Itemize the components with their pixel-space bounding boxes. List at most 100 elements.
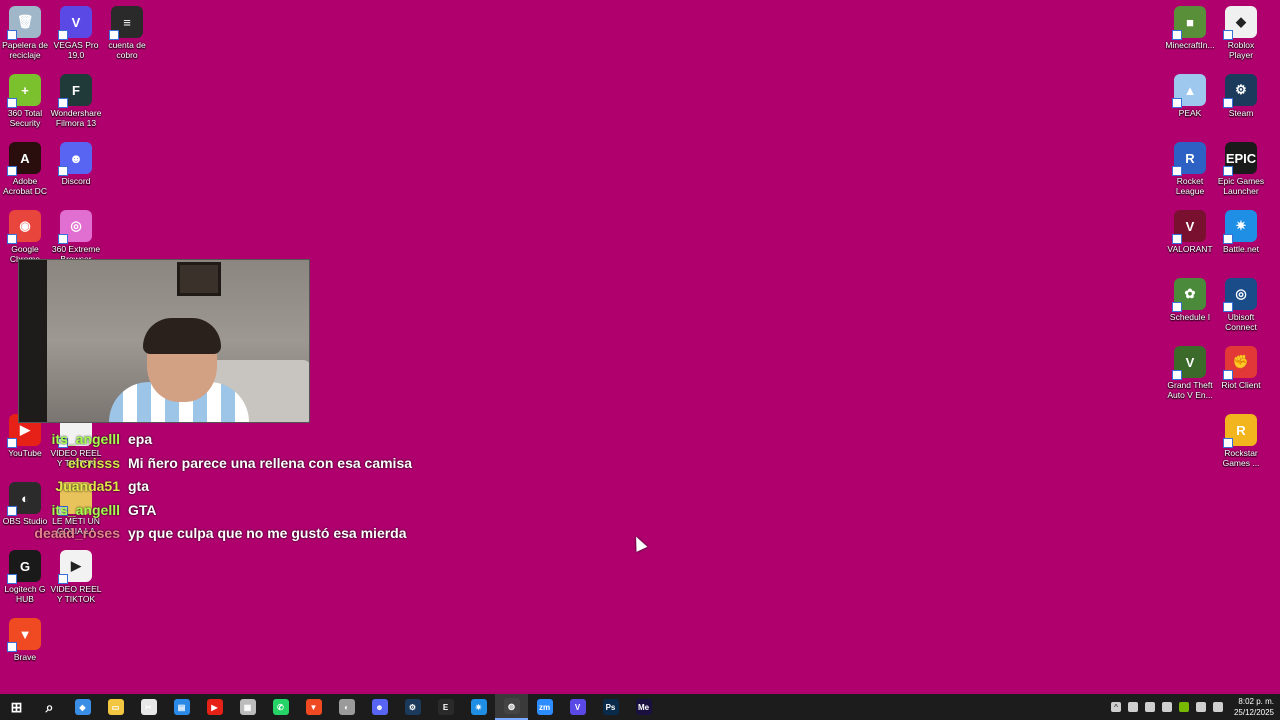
nvidia-icon[interactable]	[1178, 702, 1189, 712]
usb-icon[interactable]	[1161, 702, 1172, 712]
clock[interactable]: 8:02 p. m. 25/12/2025	[1234, 696, 1274, 718]
desktop-icon-r-8[interactable]: ✿ Schedule I	[1164, 274, 1216, 322]
desktop-icon-l-1[interactable]: V VEGAS Pro 19.0	[50, 2, 102, 60]
desktop-icon-label: Battle.net	[1223, 244, 1259, 254]
desktop-icon-r-10[interactable]: V Grand Theft Auto V En...	[1164, 342, 1216, 400]
taskbar-button-media-encoder[interactable]: Me	[627, 694, 660, 720]
taskbar-button-capcut[interactable]: ✂	[132, 694, 165, 720]
taskbar-button-youtube[interactable]: ▶	[198, 694, 231, 720]
peak-icon: ▲	[1172, 74, 1206, 108]
taskbar-button-start[interactable]: ⊞	[0, 694, 33, 720]
desktop-icon-l-6[interactable]: ☻ Discord	[50, 138, 102, 186]
vegas-pro-icon: V	[569, 699, 586, 715]
chat-message: deaad_roses yp que culpa que no me gustó …	[0, 522, 520, 546]
desktop-icon-label: Logitech G HUB	[4, 584, 46, 604]
video-file-icon: ▶	[58, 550, 92, 584]
rocket-league-icon: R	[1172, 142, 1206, 176]
desktop-icon-label: VIDEO REEL Y TIKTOK	[50, 584, 102, 604]
desktop-icon-label: Wondershare Filmora 13	[50, 108, 102, 128]
chat-text: GTA	[128, 501, 157, 518]
desktop-icon-r-6[interactable]: V VALORANT	[1164, 206, 1216, 254]
chevron-up-icon[interactable]: ^	[1110, 702, 1121, 712]
taskbar-button-zoom[interactable]: zm	[528, 694, 561, 720]
desktop-icon-l-3[interactable]: +360 Total Security	[0, 70, 51, 128]
webcam-overlay	[18, 259, 310, 423]
desktop-icon-r-7[interactable]: ✷ Battle.net	[1215, 206, 1267, 254]
volume-icon[interactable]	[1212, 702, 1223, 712]
taskbar-button-clipboard[interactable]: ▦	[231, 694, 264, 720]
zoom-icon: zm	[536, 699, 553, 715]
desktop-icon-r-3[interactable]: ⚙ Steam	[1215, 70, 1267, 118]
desktop-icon-label: VALORANT	[1167, 244, 1213, 254]
chat-message: its_angelll GTA	[0, 499, 520, 523]
desktop-icon-r-11[interactable]: ✊ Riot Client	[1215, 342, 1267, 390]
chat-username: deaad_roses	[34, 525, 120, 541]
desktop-icon-label: Brave	[13, 652, 37, 662]
wifi-icon[interactable]	[1144, 702, 1155, 712]
chat-username: elcrisss	[67, 454, 120, 471]
desktop-icon-r-9[interactable]: ◎ Ubisoft Connect	[1215, 274, 1267, 332]
desktop-icon-r-0[interactable]: ■ MinecraftIn...	[1164, 2, 1216, 50]
mouse-cursor-icon	[630, 534, 648, 552]
chrome-icon: ◉	[7, 210, 41, 244]
chat-message: its_angelll epa	[0, 428, 520, 452]
desktop-icon-l-8[interactable]: ◎360 Extreme Browser	[50, 206, 102, 264]
whatsapp-icon: ✆	[272, 699, 289, 715]
desktop-icon-label: Grand Theft Auto V En...	[1167, 380, 1213, 400]
desktop-icon-label: Papelera de reciclaje	[2, 40, 48, 60]
360-browser-icon: ◎	[58, 210, 92, 244]
chat-message: elcrisss Mi ñero parece una rellena con e…	[0, 452, 520, 476]
desktop-icon-r-4[interactable]: R Rocket League	[1164, 138, 1216, 196]
taskbar-button-vegas-pro[interactable]: V	[561, 694, 594, 720]
taskbar-button-file-explorer[interactable]: ▭	[99, 694, 132, 720]
taskbar-button-whatsapp[interactable]: ✆	[264, 694, 297, 720]
taskbar-button-discord[interactable]: ☻	[363, 694, 396, 720]
streamlabs-icon: ◍	[503, 698, 520, 714]
youtube-icon: ▶	[206, 699, 223, 715]
desktop-icon-label: Ubisoft Connect	[1225, 312, 1257, 332]
taskbar-button-streamlabs[interactable]: ◍	[495, 694, 528, 720]
photoshop-icon: Ps	[602, 699, 619, 715]
taskbar-button-battlenet[interactable]: ✷	[462, 694, 495, 720]
desktop-icon-label: Discord	[61, 176, 91, 186]
chat-username: Juanda51	[55, 478, 120, 494]
taskbar-button-copilot[interactable]: ◆	[66, 694, 99, 720]
media-encoder-icon: Me	[635, 699, 652, 715]
desktop-icon-r-5[interactable]: EPIC Epic Games Launcher	[1215, 138, 1267, 196]
taskbar-button-photoshop[interactable]: Ps	[594, 694, 627, 720]
rockstar-icon: R	[1223, 414, 1257, 448]
taskbar-button-search[interactable]: ⌕	[33, 694, 66, 720]
desktop-icon-r-12[interactable]: R Rockstar Games ...	[1215, 410, 1267, 468]
taskbar-button-store[interactable]: ▤	[165, 694, 198, 720]
desktop-icon-l-7[interactable]: ◉Google Chrome	[0, 206, 51, 264]
taskbar-button-obs[interactable]: ◐	[330, 694, 363, 720]
desktop-icon-l-2[interactable]: ≡ cuenta de cobro	[101, 2, 153, 60]
taskbar-button-brave[interactable]: ▼	[297, 694, 330, 720]
onedrive-icon[interactable]	[1195, 702, 1206, 712]
desktop-icon-l-5[interactable]: A Adobe Acrobat DC	[0, 138, 51, 196]
chat-text: yp que culpa que no me gustó esa mierda	[128, 525, 407, 541]
brave-icon: ▼	[7, 618, 41, 652]
minecraft-icon: ■	[1172, 6, 1206, 40]
desktop-icon-r-1[interactable]: ◆ Roblox Player	[1215, 2, 1267, 60]
desktop-icon-l-14[interactable]: ▶ VIDEO REEL Y TIKTOK	[50, 546, 102, 604]
ubisoft-icon: ◎	[1223, 278, 1257, 312]
desktop-icon-l-0[interactable]: 🗑 Papelera de reciclaje	[0, 2, 51, 60]
desktop-icon-l-13[interactable]: G Logitech G HUB	[0, 546, 51, 604]
taskbar-button-epic-games[interactable]: E	[429, 694, 462, 720]
clock-time: 8:02 p. m.	[1238, 697, 1274, 706]
system-tray: ^ 8:02 p. m. 25/12/2025	[1110, 694, 1274, 720]
taskbar-button-steam[interactable]: ⚙	[396, 694, 429, 720]
discord-icon: ☻	[371, 699, 388, 715]
desktop-icon-label: VEGAS Pro 19.0	[53, 40, 99, 60]
network-icon[interactable]	[1127, 702, 1138, 712]
obs-icon: ◐	[338, 699, 355, 715]
desktop-icon-l-15[interactable]: ▼ Brave	[0, 614, 51, 662]
store-icon: ▤	[173, 699, 190, 715]
document-icon: ≡	[109, 6, 143, 40]
desktop-icon-r-2[interactable]: ▲ PEAK	[1164, 70, 1216, 118]
desktop-icon-label: 360 Total Security	[7, 108, 43, 128]
desktop-icon-label: cuenta de cobro	[108, 40, 146, 60]
desktop[interactable]: 🗑 Papelera de reciclaje V VEGAS Pro 19.0 ≡ cu…	[0, 0, 1280, 694]
desktop-icon-l-4[interactable]: F Wondershare Filmora 13	[50, 70, 102, 128]
